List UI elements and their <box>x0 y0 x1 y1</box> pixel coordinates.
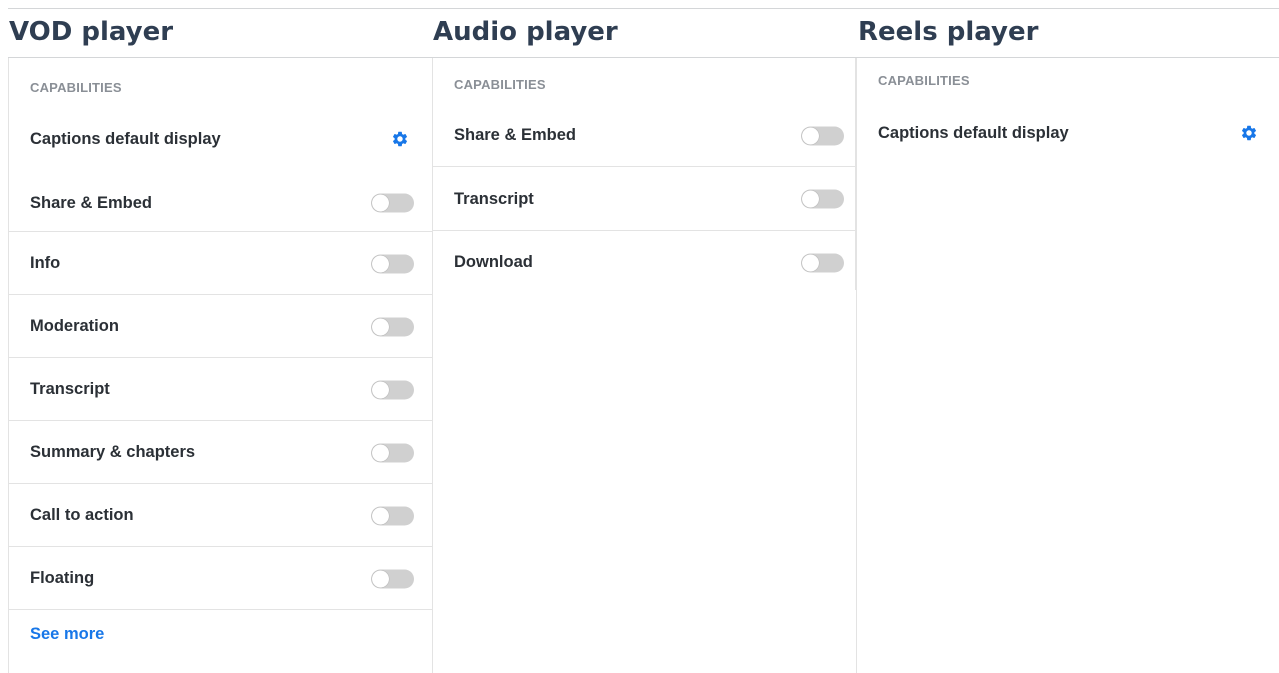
vod-captions-row: Captions default display <box>9 114 432 164</box>
vod-capabilities-panel: CAPABILITIES Captions default display Sh… <box>8 58 432 673</box>
reels-capabilities-panel: CAPABILITIES Captions default display <box>856 58 1279 673</box>
vod-item-label: Summary & chapters <box>30 443 196 461</box>
vod-item-row: Call to action <box>9 484 432 547</box>
share-embed-toggle[interactable] <box>371 193 414 213</box>
vod-item-label: Share & Embed <box>30 193 152 212</box>
vod-item-row: Info <box>9 232 432 295</box>
toggle-knob <box>372 507 389 524</box>
summary-chapters-toggle[interactable] <box>371 443 414 462</box>
transcript-toggle[interactable] <box>801 189 844 209</box>
audio-capabilities-panel: CAPABILITIES Share & Embed Transcript Do… <box>432 58 856 290</box>
vod-item-label: Call to action <box>30 506 134 524</box>
gear-icon[interactable] <box>1240 124 1258 142</box>
reels-captions-label: Captions default display <box>878 123 1069 142</box>
vod-item-row: Moderation <box>9 295 432 358</box>
gear-icon[interactable] <box>391 130 409 148</box>
vod-item-label: Info <box>30 254 61 272</box>
audio-item-row: Share & Embed <box>433 104 855 167</box>
toggle-knob <box>372 570 389 587</box>
floating-toggle[interactable] <box>371 569 414 588</box>
moderation-toggle[interactable] <box>371 317 414 336</box>
toggle-knob <box>802 190 819 208</box>
audio-item-label: Transcript <box>454 189 534 208</box>
vod-item-label: Floating <box>30 569 95 587</box>
vod-item-row: Share & Embed <box>9 174 432 232</box>
audio-item-label: Share & Embed <box>454 126 576 144</box>
toggle-knob <box>372 381 389 398</box>
download-toggle[interactable] <box>801 253 844 272</box>
vod-item-label: Moderation <box>30 317 119 335</box>
audio-player-title: Audio player <box>432 8 856 58</box>
reels-captions-row: Captions default display <box>857 108 1279 158</box>
audio-player-column: Audio player CAPABILITIES Share & Embed … <box>432 8 856 673</box>
vod-item-label: Transcript <box>30 380 110 398</box>
vod-item-row: Floating <box>9 547 432 610</box>
toggle-knob <box>372 194 389 212</box>
share-embed-toggle[interactable] <box>801 126 844 145</box>
toggle-knob <box>372 444 389 461</box>
vod-item-row: Transcript <box>9 358 432 421</box>
info-toggle[interactable] <box>371 254 414 273</box>
reels-capabilities-heading: CAPABILITIES <box>878 73 970 88</box>
toggle-knob <box>372 318 389 335</box>
vod-player-column: VOD player CAPABILITIES Captions default… <box>8 8 432 673</box>
audio-item-row: Transcript <box>433 167 855 231</box>
audio-capabilities-heading: CAPABILITIES <box>454 77 546 92</box>
vod-player-title: VOD player <box>8 8 432 58</box>
audio-item-row: Download <box>433 231 855 294</box>
transcript-toggle[interactable] <box>371 380 414 399</box>
toggle-knob <box>372 255 389 272</box>
vod-captions-label: Captions default display <box>30 129 221 148</box>
call-to-action-toggle[interactable] <box>371 506 414 525</box>
vod-capabilities-heading: CAPABILITIES <box>30 80 122 95</box>
toggle-knob <box>802 254 819 271</box>
vod-item-row: Summary & chapters <box>9 421 432 484</box>
toggle-knob <box>802 127 819 144</box>
column-divider <box>432 290 433 673</box>
reels-player-title: Reels player <box>856 8 1279 58</box>
reels-player-column: Reels player CAPABILITIES Captions defau… <box>856 8 1279 673</box>
audio-item-label: Download <box>454 253 533 271</box>
see-more-link[interactable]: See more <box>30 625 104 644</box>
